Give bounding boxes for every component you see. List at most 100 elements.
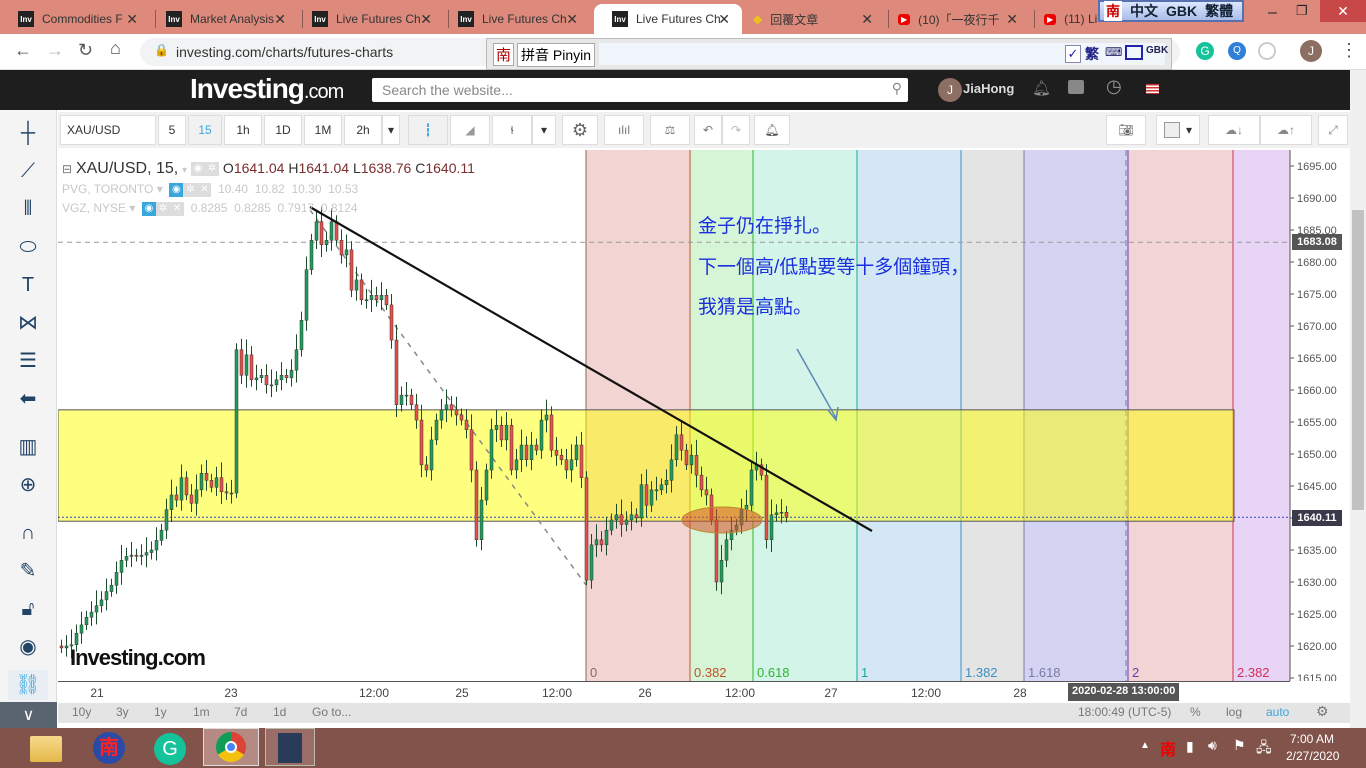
interval-5[interactable]: 5 xyxy=(158,115,186,145)
app-taskbar-button[interactable] xyxy=(265,728,315,766)
annotation-line[interactable]: 下一個高/低點要等十多個鐘頭， xyxy=(698,252,969,279)
browser-tab[interactable]: Inv Live Futures Ch ✕ xyxy=(440,4,590,34)
menu-kebab-icon[interactable]: ⋮ xyxy=(1340,40,1358,61)
collapse-legend-icon[interactable]: ⊟ xyxy=(62,162,72,176)
percent-toggle[interactable]: % xyxy=(1190,705,1201,719)
file-explorer-icon[interactable] xyxy=(30,736,62,762)
interval-1m[interactable]: 1M xyxy=(304,115,342,145)
home-icon[interactable]: ⌂ xyxy=(110,38,121,59)
us-flag-icon[interactable] xyxy=(1146,84,1159,94)
reload-icon[interactable]: ↻ xyxy=(78,40,93,61)
time-axis[interactable]: 21 23 12:00 25 12:00 26 12:00 27 12:00 2… xyxy=(58,681,1290,703)
ime-mode-traditional[interactable]: 繁體 xyxy=(1205,1,1233,21)
unlock-icon[interactable]: 🔓︎ xyxy=(8,594,48,624)
ime-mode-chinese[interactable]: 中文 xyxy=(1130,1,1158,21)
close-window-button[interactable]: ✕ xyxy=(1320,0,1366,22)
check-icon[interactable]: ✓ xyxy=(1065,45,1081,63)
browser-tab[interactable]: ▶ (10)「一夜行千 ✕ xyxy=(880,4,1030,34)
undo-icon[interactable]: ↶ xyxy=(694,115,722,145)
gear-icon[interactable]: ✲ xyxy=(205,162,220,177)
interval-dropdown-icon[interactable]: ▾ xyxy=(382,115,400,145)
bars-icon[interactable]: ⫮ xyxy=(492,115,532,145)
traditional-button[interactable]: 繁 xyxy=(1085,44,1099,64)
flag-icon[interactable]: ⚑ xyxy=(1233,737,1246,754)
minimize-button[interactable]: – xyxy=(1268,4,1277,22)
power-icon[interactable]: ▮ xyxy=(1186,738,1194,755)
close-tab-icon[interactable]: ✕ xyxy=(126,11,138,28)
window-icon[interactable] xyxy=(1125,45,1143,60)
close-tab-icon[interactable]: ✕ xyxy=(861,11,873,28)
cloud-download-icon[interactable]: ☁↓ xyxy=(1208,115,1260,145)
text-icon[interactable]: T xyxy=(8,270,48,300)
search-extension-icon[interactable]: Q xyxy=(1228,42,1246,60)
grammarly-extension-icon[interactable]: G xyxy=(1196,42,1214,60)
overlay-name[interactable]: VGZ, NYSE xyxy=(62,201,126,215)
network-icon[interactable]: 🖧 xyxy=(1256,737,1272,761)
ime-mode-label[interactable]: 拼音 Pinyin xyxy=(517,43,596,67)
auto-toggle[interactable]: auto xyxy=(1266,705,1289,719)
close-tab-icon[interactable]: ✕ xyxy=(718,11,730,28)
ime-status-bar[interactable]: 南 中文 GBK 繁體 xyxy=(1098,0,1244,22)
remove-icon[interactable]: ✕ xyxy=(197,182,212,197)
arrow-left-icon[interactable]: ⬅ xyxy=(8,384,48,414)
eye-icon[interactable]: ◉ xyxy=(142,201,157,216)
color-picker[interactable]: ▾ xyxy=(1156,115,1200,145)
collapse-toolbar-icon[interactable]: ∨ xyxy=(0,702,57,730)
volume-icon[interactable]: 🔊︎ xyxy=(1208,737,1217,754)
goto-button[interactable]: Go to... xyxy=(312,705,351,719)
close-tab-icon[interactable]: ✕ xyxy=(566,11,578,28)
crosshair-icon[interactable]: ┼ xyxy=(8,118,48,148)
browser-tab[interactable]: Inv Market Analysis ✕ xyxy=(148,4,298,34)
cloud-upload-icon[interactable]: ☁↑ xyxy=(1260,115,1312,145)
link-icon[interactable]: ⛓ xyxy=(8,670,48,700)
candles-icon[interactable]: ┇ xyxy=(408,115,448,145)
chrome-taskbar-button[interactable] xyxy=(203,728,259,766)
eye-icon[interactable]: ◉ xyxy=(169,182,184,197)
ime-mode-gbk[interactable]: GBK xyxy=(1166,3,1197,19)
zoom-in-icon[interactable]: ⊕ xyxy=(8,470,48,500)
interval-2h[interactable]: 2h xyxy=(344,115,382,145)
range-7d[interactable]: 7d xyxy=(234,705,247,719)
range-1y[interactable]: 1y xyxy=(154,705,167,719)
range-1d[interactable]: 1d xyxy=(273,705,286,719)
close-tab-icon[interactable]: ✕ xyxy=(420,11,432,28)
tray-ime-icon[interactable]: 南 xyxy=(1160,736,1176,760)
annotation-line[interactable]: 我猜是高點。 xyxy=(698,292,812,319)
clock-icon[interactable]: ◷ xyxy=(1106,76,1122,97)
log-toggle[interactable]: log xyxy=(1226,705,1242,719)
shapes-icon[interactable]: ⬭ xyxy=(8,232,48,262)
fib-icon[interactable]: ☰ xyxy=(8,346,48,376)
series-symbol[interactable]: XAU/USD, 15, xyxy=(76,160,178,177)
back-icon[interactable]: ← xyxy=(14,40,32,61)
user-avatar[interactable]: J xyxy=(938,78,962,102)
interval-1d[interactable]: 1D xyxy=(264,115,302,145)
redo-icon[interactable]: ↷ xyxy=(722,115,750,145)
page-scrollbar[interactable] xyxy=(1350,70,1366,728)
compare-scale-icon[interactable]: ⚖ xyxy=(650,115,690,145)
range-3y[interactable]: 3y xyxy=(116,705,129,719)
investing-logo[interactable]: Investing.com xyxy=(190,73,344,105)
interval-1h[interactable]: 1h xyxy=(224,115,262,145)
clock-date[interactable]: 2/27/2020 xyxy=(1286,749,1339,763)
measure-icon[interactable]: ▥ xyxy=(8,432,48,462)
site-search-input[interactable]: Search the website... ⚲ xyxy=(372,78,908,102)
forward-icon[interactable]: → xyxy=(46,40,64,61)
search-icon[interactable]: ⚲ xyxy=(892,80,902,97)
fullscreen-icon[interactable]: ⤢ xyxy=(1318,115,1348,145)
lock-drawing-icon[interactable]: ✎ xyxy=(8,556,48,586)
eye-icon[interactable]: ◉ xyxy=(191,162,206,177)
annotation-line[interactable]: 金子仍在掙扎。 xyxy=(698,211,831,238)
trendline-icon[interactable]: ⟋ xyxy=(8,156,48,186)
gear-icon[interactable]: ✲ xyxy=(183,182,198,197)
indicators-icon[interactable]: ılıl xyxy=(604,115,644,145)
add-alert-icon[interactable]: 🔔︎ xyxy=(754,115,790,145)
settings-gear-icon[interactable]: ⚙ xyxy=(1316,703,1329,720)
profile-avatar[interactable]: J xyxy=(1300,40,1322,62)
keyboard-icon[interactable]: ⌨ xyxy=(1105,45,1122,59)
symbol-input[interactable]: XAU/USD xyxy=(60,115,156,145)
tray-expand-icon[interactable]: ▲ xyxy=(1140,740,1150,751)
remove-icon[interactable]: ✕ xyxy=(170,201,185,216)
close-tab-icon[interactable]: ✕ xyxy=(274,11,286,28)
user-name[interactable]: JiaHong xyxy=(963,81,1014,96)
settings-gear-icon[interactable]: ⚙ xyxy=(562,115,598,145)
